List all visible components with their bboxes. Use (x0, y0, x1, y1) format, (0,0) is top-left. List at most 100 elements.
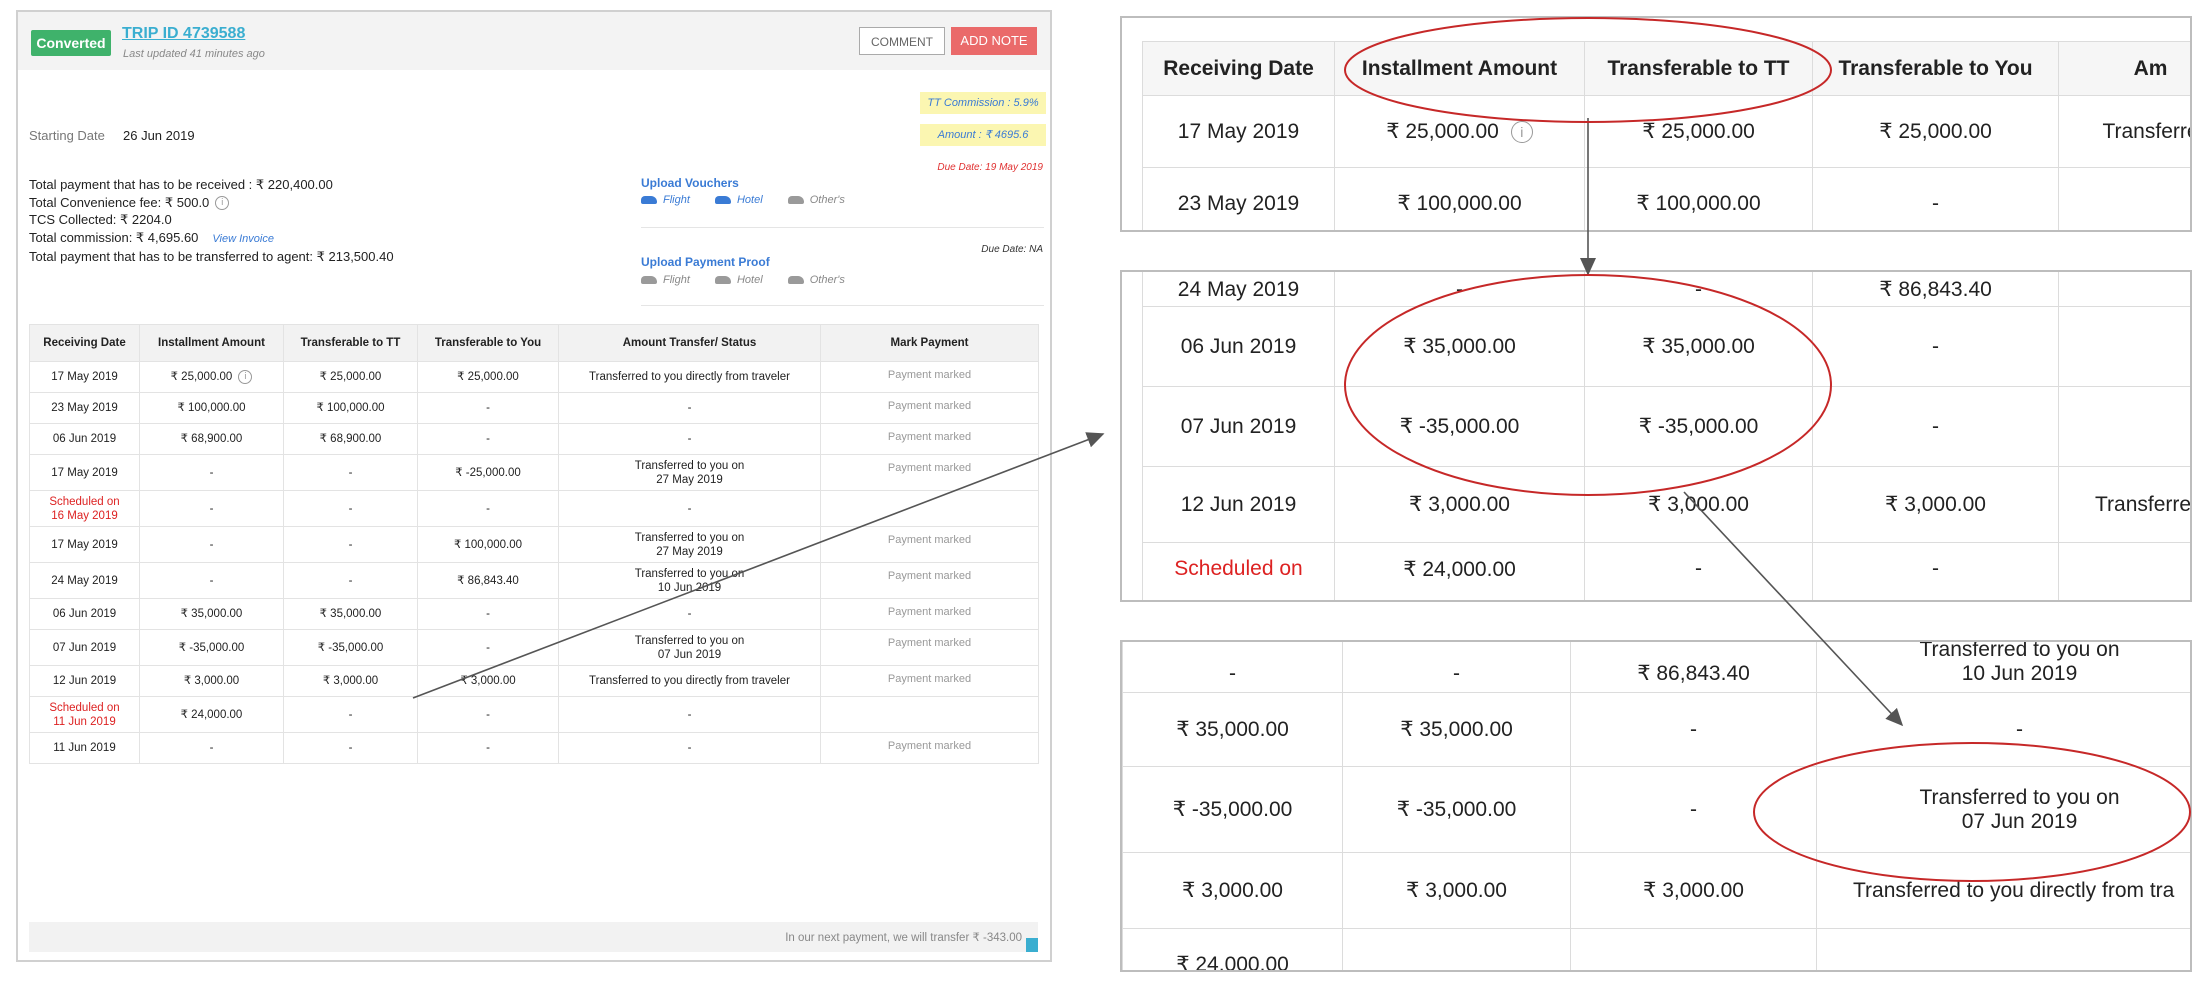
mark-payment-cell[interactable]: Payment marked (820, 454, 1039, 491)
upload-proof-others[interactable]: Other's (787, 274, 845, 286)
installment-amount-cell: - (139, 490, 284, 527)
zoom-table-row: 07 Jun 2019₹ -35,000.00₹ -35,000.00-T (1142, 386, 2190, 467)
mark-payment-cell[interactable]: Payment marked (820, 423, 1039, 455)
upload-proof-row: Flight Hotel Other's (641, 274, 867, 286)
zoom-cell-value: Transferre (2102, 119, 2192, 143)
zoom-cell: - (1584, 272, 1813, 307)
installments-table: Receiving Date Installment Amount Transfer… (29, 324, 1039, 764)
zoom-table-row: 06 Jun 2019 ₹ 35,000.00 ₹ 35,000.00- (1142, 306, 2190, 387)
comment-button[interactable]: COMMENT (859, 27, 945, 55)
upload-vouchers-row: Flight Hotel Other's (641, 194, 867, 206)
mark-payment-cell[interactable]: Payment marked (820, 665, 1039, 697)
zoom-table-row: ₹ -35,000.00 ₹ -35,000.00- Transferred to … (1122, 766, 2190, 853)
zoom-cell: 24 May 2019 (1142, 272, 1335, 307)
transferable-you-cell: - (417, 423, 559, 455)
transferable-tt-cell: - (283, 490, 418, 527)
mark-payment-cell[interactable]: Payment marked (820, 392, 1039, 424)
table-row: 17 May 2019- - ₹ 100,000.00 Transferred to … (29, 526, 1039, 563)
zoom-cell: ₹ 24,000.00 (1334, 542, 1585, 600)
vouchers-due-date: Due Date: 19 May 2019 (937, 162, 1043, 173)
mark-payment-cell[interactable]: Payment marked (820, 562, 1039, 599)
zoom-table-row: ₹ 35,000.00 ₹ 35,000.00- - (1122, 692, 2190, 767)
transfer-status-cell: Transferred to you directly from travele… (558, 665, 821, 697)
upload-proof-flight[interactable]: Flight (641, 274, 690, 286)
installment-amount-value: - (209, 502, 214, 515)
installment-amount-cell: - (139, 732, 284, 764)
document-icon (787, 276, 804, 285)
starting-date-label: Starting Date (29, 128, 105, 143)
mark-payment-cell[interactable]: Payment marked (820, 732, 1039, 764)
table-row: 17 May 2019 ₹ 25,000.00 i ₹ 25,000.00 ₹ 25,0… (29, 361, 1039, 393)
summary-tcs: TCS Collected: ₹ 2204.0 (29, 212, 172, 227)
transferable-you-cell: - (417, 732, 559, 764)
upload-voucher-hotel[interactable]: Hotel (714, 194, 763, 206)
zoom-cell: ₹ 24,000.00 (1122, 928, 1343, 970)
table-row: Scheduled on 16 May 2019- - - - (29, 490, 1039, 527)
mark-payment-cell[interactable]: Payment marked (820, 361, 1039, 393)
summary-total-transfer: Total payment that has to be transferred… (29, 249, 394, 264)
zoom-cell (1342, 928, 1571, 970)
trip-panel: Converted TRIP ID 4739588 Last updated 4… (16, 10, 1052, 962)
installment-amount-cell: ₹ 100,000.00 (139, 392, 284, 424)
installment-amount-value: ₹ 24,000.00 (180, 708, 243, 721)
transferable-tt-cell: - (283, 454, 418, 491)
zoom-cell (1570, 928, 1817, 970)
upload-proof-hotel[interactable]: Hotel (714, 274, 763, 286)
transferable-you-cell: - (417, 629, 559, 666)
trip-id-link[interactable]: TRIP ID 4739588 (122, 25, 245, 43)
payment-summary: Total payment that has to be received : … (29, 176, 394, 266)
upload-voucher-others[interactable]: Other's (787, 194, 845, 206)
info-icon[interactable]: i (215, 196, 230, 211)
installment-amount-cell: - (139, 562, 284, 599)
zoom-cell-value: ₹ 25,000.00 (1642, 120, 1755, 143)
zoom-cell: ₹ 86,843.40 (1812, 272, 2059, 307)
zoom-cell: - (1812, 386, 2059, 467)
transfer-status-cell: - (558, 423, 821, 455)
transferable-tt-cell: ₹ 35,000.00 (283, 598, 418, 630)
scroll-tab[interactable] (1026, 938, 1038, 952)
transfer-status-cell: - (558, 598, 821, 630)
transferable-you-cell: - (417, 490, 559, 527)
mark-payment-cell[interactable]: Payment marked (820, 526, 1039, 563)
hotel-icon (714, 196, 731, 205)
zoom-cell (2058, 272, 2190, 307)
view-invoice-link[interactable]: View Invoice (212, 233, 274, 245)
zoom-cell: ₹ -35,000.00 (1122, 766, 1343, 853)
info-icon[interactable]: i (238, 369, 253, 384)
mark-payment-cell[interactable]: Payment marked (820, 629, 1039, 666)
table-row: 11 Jun 2019- - - - Payment marked (29, 732, 1039, 764)
zoom-cell: T (2058, 386, 2190, 467)
zoom-cell: Scheduled on (1142, 542, 1335, 600)
zoom-cell (2058, 167, 2190, 230)
zoom-cell: Transferre (2058, 466, 2190, 543)
installment-amount-cell: ₹ 68,900.00 (139, 423, 284, 455)
receiving-date-cell: Scheduled on 11 Jun 2019 (29, 696, 140, 733)
zoom-cell: ₹ 3,000.00 (1334, 466, 1585, 543)
column-header: Transferable to TT (283, 324, 418, 362)
transferable-tt-cell: ₹ -35,000.00 (283, 629, 418, 666)
transferable-you-cell: ₹ 25,000.00 (417, 361, 559, 393)
zoom-cell: ₹ 100,000.00 (1584, 167, 1813, 230)
zoom-cell: ₹ -35,000.00 (1584, 386, 1813, 467)
zoom-cell: ₹ 3,000.00 (1584, 466, 1813, 543)
zoom-panel-header: Receiving Date Installment Amount Transfer… (1120, 16, 2192, 232)
installment-amount-value: ₹ 35,000.00 (180, 608, 243, 620)
zoom-cell: 17 May 2019 (1142, 95, 1335, 168)
zoom-cell: ₹ -35,000.00 (1334, 386, 1585, 467)
zoom-table-3: - - ₹ 86,843.40 Transferred to you on 10 Ju… (1122, 642, 2190, 970)
mark-payment-cell[interactable] (820, 490, 1039, 527)
receiving-date-cell: 06 Jun 2019 (29, 423, 140, 455)
zoom-cell: Transferred to you directly from tra (1816, 852, 2190, 929)
zoom-cell-value: 17 May 2019 (1177, 119, 1300, 143)
table-row: 23 May 2019 ₹ 100,000.00 ₹ 100,000.00- - Pay… (29, 392, 1039, 424)
info-icon[interactable]: i (1510, 121, 1533, 144)
mark-payment-cell[interactable]: Payment marked (820, 598, 1039, 630)
mark-payment-cell[interactable] (820, 696, 1039, 733)
upload-vouchers-title: Upload Vouchers (641, 176, 739, 190)
receiving-date-cell: 24 May 2019 (29, 562, 140, 599)
column-header: Receiving Date (29, 324, 140, 362)
receiving-date-cell: 06 Jun 2019 (29, 598, 140, 630)
upload-voucher-flight[interactable]: Flight (641, 194, 690, 206)
add-note-button[interactable]: ADD NOTE (951, 27, 1037, 55)
zoom-cell-value: ₹ 25,000.00 (1386, 120, 1499, 143)
